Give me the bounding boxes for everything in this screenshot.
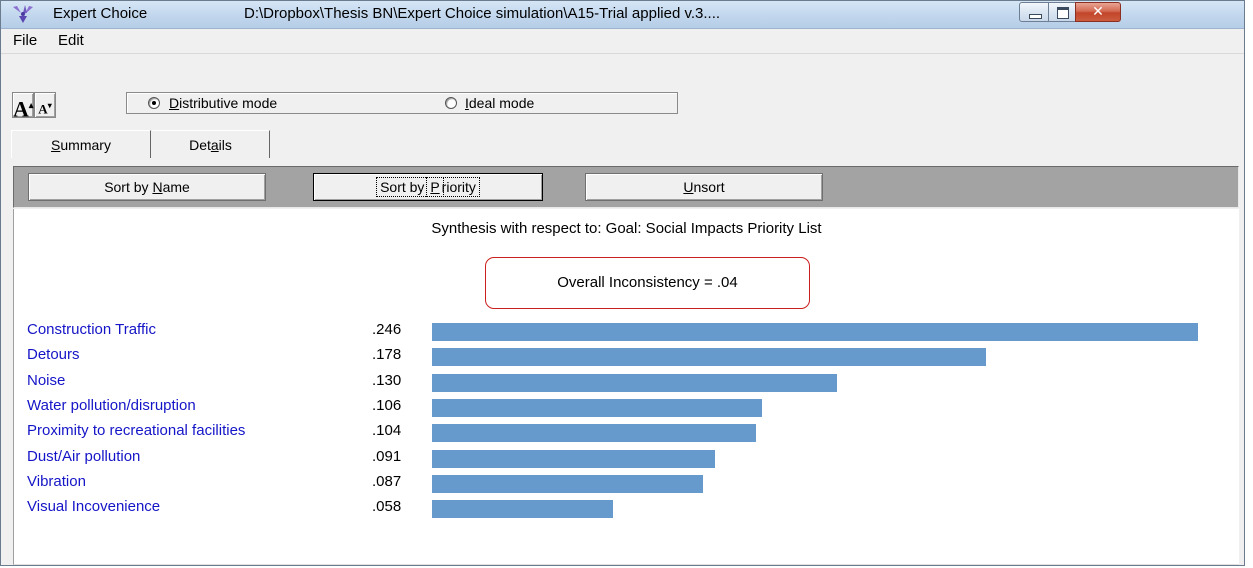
- tab-details-label: Details: [189, 137, 232, 153]
- close-icon: ✕: [1092, 4, 1104, 20]
- maximize-icon: [1057, 7, 1069, 19]
- menu-file[interactable]: File: [13, 32, 37, 49]
- tab-summary[interactable]: Summary: [11, 130, 151, 158]
- sort-toolbar: Sort by Name Sort by Priority Unsort: [13, 166, 1239, 208]
- table-row: Water pollution/disruption .106: [14, 395, 1239, 419]
- priority-bar: [432, 449, 716, 468]
- sort-by-priority-button[interactable]: Sort by Priority: [313, 173, 543, 201]
- maximize-button[interactable]: [1048, 2, 1076, 22]
- toolbar: A▴ A▾ Distributive mode Ideal mode: [1, 54, 1244, 124]
- priority-value: .178: [372, 346, 402, 364]
- distributive-mode-label[interactable]: Distributive mode: [169, 95, 277, 111]
- priority-bar: [432, 398, 763, 417]
- alternative-name[interactable]: Proximity to recreational facilities: [27, 422, 245, 439]
- window-app-name: Expert Choice: [53, 5, 148, 22]
- decrease-font-button[interactable]: A▾: [34, 92, 56, 118]
- alternative-name[interactable]: Construction Traffic: [27, 321, 156, 338]
- priority-value: .087: [372, 472, 402, 490]
- minimize-button[interactable]: [1019, 2, 1049, 22]
- minimize-icon: [1029, 14, 1042, 19]
- expert-choice-logo-icon: [13, 5, 33, 23]
- priority-value: .058: [372, 498, 402, 516]
- overall-inconsistency: Overall Inconsistency = .04: [557, 274, 738, 291]
- priority-value: .130: [372, 371, 402, 389]
- priority-value: .091: [372, 447, 402, 465]
- sort-by-priority-label: Sort by Priority: [376, 177, 480, 197]
- decrease-font-icon: A: [38, 101, 48, 117]
- alternative-name[interactable]: Vibration: [27, 473, 86, 490]
- priority-bar: [432, 474, 703, 493]
- unsort-label: Unsort: [683, 179, 725, 195]
- table-row: Construction Traffic .246: [14, 319, 1239, 343]
- priority-bar: [432, 500, 613, 519]
- table-row: Proximity to recreational facilities .104: [14, 420, 1239, 444]
- table-row: Dust/Air pollution .091: [14, 446, 1239, 470]
- window-file-path: D:\Dropbox\Thesis BN\Expert Choice simul…: [244, 5, 721, 22]
- alternative-name[interactable]: Dust/Air pollution: [27, 448, 140, 465]
- tab-strip: Summary Details: [1, 130, 1244, 160]
- menu-bar: File Edit: [1, 29, 1244, 54]
- inconsistency-highlight: Overall Inconsistency = .04: [485, 257, 810, 309]
- alternative-name[interactable]: Water pollution/disruption: [27, 397, 196, 414]
- close-button[interactable]: ✕: [1075, 2, 1121, 22]
- title-bar[interactable]: Expert Choice D:\Dropbox\Thesis BN\Exper…: [1, 1, 1244, 29]
- tab-summary-label: Summary: [51, 137, 111, 153]
- expert-choice-window: Expert Choice D:\Dropbox\Thesis BN\Exper…: [0, 0, 1245, 566]
- unsort-button[interactable]: Unsort: [585, 173, 823, 201]
- menu-edit[interactable]: Edit: [58, 32, 84, 49]
- increase-font-icon: A: [13, 96, 29, 122]
- priority-bar: [432, 373, 837, 392]
- table-row: Vibration .087: [14, 471, 1239, 495]
- ideal-mode-radio[interactable]: [445, 97, 457, 109]
- priority-value: .246: [372, 321, 402, 338]
- sort-by-name-button[interactable]: Sort by Name: [28, 173, 266, 201]
- alternative-name[interactable]: Noise: [27, 372, 65, 389]
- distributive-mode-radio[interactable]: [148, 97, 160, 109]
- increase-font-button[interactable]: A▴: [12, 92, 34, 122]
- synthesis-panel: Synthesis with respect to: Goal: Social …: [13, 209, 1239, 565]
- sort-by-name-label: Sort by Name: [104, 179, 190, 195]
- priority-bar: [432, 323, 1198, 341]
- priority-bar: [432, 348, 987, 367]
- priority-value: .104: [372, 422, 402, 440]
- synthesis-title: Synthesis with respect to: Goal: Social …: [431, 220, 822, 237]
- tab-details[interactable]: Details: [152, 130, 270, 158]
- priority-value: .106: [372, 396, 402, 414]
- mode-selector: Distributive mode Ideal mode: [126, 92, 678, 114]
- ideal-mode-label[interactable]: Ideal mode: [465, 95, 534, 111]
- table-row: Detours .178: [14, 344, 1239, 368]
- table-row: Visual Incovenience .058: [14, 496, 1239, 520]
- alternative-name[interactable]: Visual Incovenience: [27, 498, 160, 515]
- alternative-name[interactable]: Detours: [27, 346, 80, 363]
- table-row: Noise .130: [14, 370, 1239, 394]
- priority-bar: [432, 424, 756, 443]
